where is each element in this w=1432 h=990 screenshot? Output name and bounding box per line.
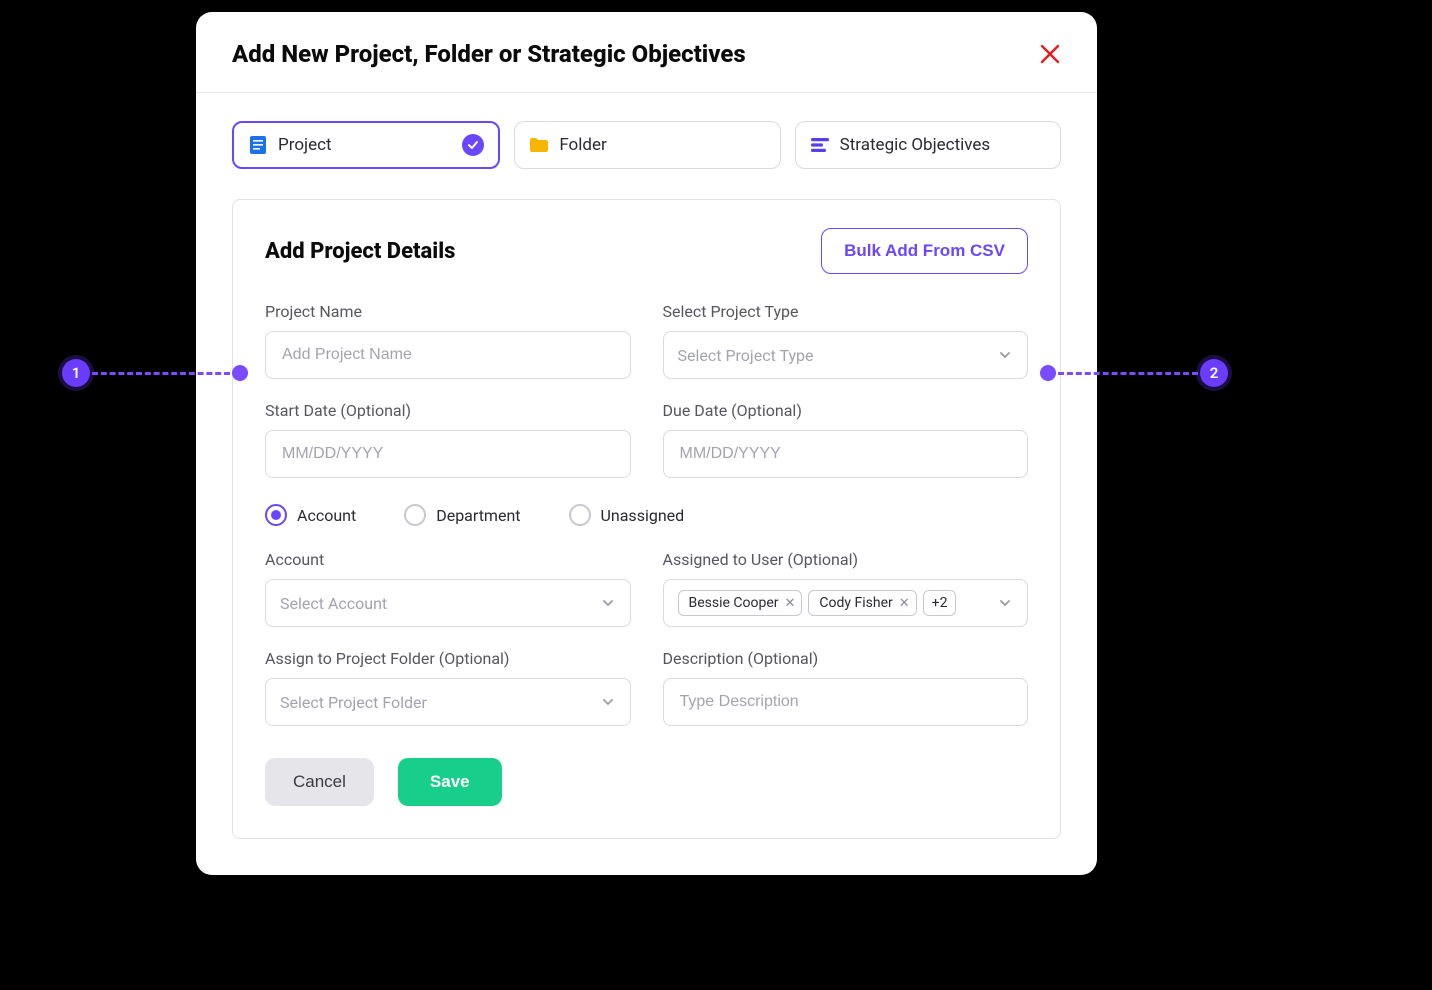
input-wrapper-due-date xyxy=(663,430,1029,478)
selected-check xyxy=(462,134,484,156)
radio-icon xyxy=(404,504,426,526)
radio-label: Unassigned xyxy=(601,506,685,525)
type-card-strategic[interactable]: Strategic Objectives xyxy=(795,121,1061,169)
folder-icon xyxy=(529,135,549,155)
radio-unassigned[interactable]: Unassigned xyxy=(569,504,685,526)
label-project-folder: Assign to Project Folder (Optional) xyxy=(265,649,631,668)
chevron-down-icon xyxy=(997,347,1013,363)
scope-radio-group: Account Department Unassigned xyxy=(265,504,1028,526)
chevron-down-icon xyxy=(600,595,616,611)
field-account: Account Select Account xyxy=(265,550,631,627)
details-title: Add Project Details xyxy=(265,239,455,264)
field-assigned-user: Assigned to User (Optional) Bessie Coope… xyxy=(663,550,1029,627)
bulk-add-csv-button[interactable]: Bulk Add From CSV xyxy=(821,228,1028,274)
document-icon xyxy=(248,135,268,155)
chip-remove-icon[interactable]: ✕ xyxy=(899,596,910,611)
project-type-select[interactable]: Select Project Type xyxy=(663,331,1029,379)
input-wrapper-project-name xyxy=(265,331,631,379)
cancel-button[interactable]: Cancel xyxy=(265,758,374,806)
label-description: Description (Optional) xyxy=(663,649,1029,668)
radio-department[interactable]: Department xyxy=(404,504,520,526)
close-button[interactable] xyxy=(1039,43,1061,65)
radio-account[interactable]: Account xyxy=(265,504,356,526)
chip-label: +2 xyxy=(932,595,948,611)
assigned-user-select[interactable]: Bessie Cooper ✕ Cody Fisher ✕ +2 xyxy=(663,579,1029,627)
label-account: Account xyxy=(265,550,631,569)
strategic-icon xyxy=(810,135,830,155)
user-chips: Bessie Cooper ✕ Cody Fisher ✕ +2 xyxy=(678,590,990,616)
start-date-input[interactable] xyxy=(280,431,616,477)
annotation-badge-2: 2 xyxy=(1200,359,1228,387)
annotation-dot-2 xyxy=(1040,365,1056,381)
close-icon xyxy=(1039,43,1061,65)
label-start-date: Start Date (Optional) xyxy=(265,401,631,420)
chip-remove-icon[interactable]: ✕ xyxy=(785,596,796,611)
label-assigned-user: Assigned to User (Optional) xyxy=(663,550,1029,569)
radio-label: Department xyxy=(436,506,520,525)
dialog-header: Add New Project, Folder or Strategic Obj… xyxy=(196,12,1097,93)
field-due-date: Due Date (Optional) xyxy=(663,401,1029,478)
chevron-down-icon xyxy=(600,694,616,710)
annotation-number: 1 xyxy=(72,364,81,382)
field-project-name: Project Name xyxy=(265,302,631,379)
type-label: Project xyxy=(278,135,332,155)
chip-label: Bessie Cooper xyxy=(689,595,779,611)
dialog-title: Add New Project, Folder or Strategic Obj… xyxy=(232,40,746,68)
annotation-line-1 xyxy=(92,372,230,375)
form-footer: Cancel Save xyxy=(265,758,1028,806)
due-date-input[interactable] xyxy=(678,431,1014,477)
type-card-project[interactable]: Project xyxy=(232,121,500,169)
annotation-line-2 xyxy=(1058,372,1198,375)
description-input[interactable] xyxy=(678,679,1014,725)
field-project-type: Select Project Type Select Project Type xyxy=(663,302,1029,379)
user-chip[interactable]: Cody Fisher ✕ xyxy=(808,590,916,616)
chevron-down-icon xyxy=(997,595,1013,611)
annotation-badge-1: 1 xyxy=(62,359,90,387)
field-project-folder: Assign to Project Folder (Optional) Sele… xyxy=(265,649,631,726)
chip-label: Cody Fisher xyxy=(819,595,892,611)
type-card-folder[interactable]: Folder xyxy=(514,121,780,169)
check-icon xyxy=(467,139,479,151)
details-header: Add Project Details Bulk Add From CSV xyxy=(265,228,1028,274)
select-placeholder: Select Project Folder xyxy=(280,693,427,712)
form-grid: Project Name Select Project Type Select … xyxy=(265,302,1028,806)
user-chip[interactable]: Bessie Cooper ✕ xyxy=(678,590,803,616)
label-due-date: Due Date (Optional) xyxy=(663,401,1029,420)
type-label: Strategic Objectives xyxy=(840,135,991,155)
project-name-input[interactable] xyxy=(280,332,616,378)
radio-label: Account xyxy=(297,506,356,525)
add-project-dialog: Add New Project, Folder or Strategic Obj… xyxy=(196,12,1097,875)
annotation-number: 2 xyxy=(1210,364,1219,382)
account-select[interactable]: Select Account xyxy=(265,579,631,627)
user-chip-more[interactable]: +2 xyxy=(923,590,957,616)
select-placeholder: Select Account xyxy=(280,594,387,613)
annotation-dot-1 xyxy=(232,365,248,381)
project-folder-select[interactable]: Select Project Folder xyxy=(265,678,631,726)
radio-icon xyxy=(265,504,287,526)
field-description: Description (Optional) xyxy=(663,649,1029,726)
project-details-panel: Add Project Details Bulk Add From CSV Pr… xyxy=(232,199,1061,839)
type-selector-row: Project Folder St xyxy=(196,93,1097,169)
label-project-name: Project Name xyxy=(265,302,631,321)
input-wrapper-start-date xyxy=(265,430,631,478)
type-label: Folder xyxy=(559,135,606,155)
field-start-date: Start Date (Optional) xyxy=(265,401,631,478)
input-wrapper-description xyxy=(663,678,1029,726)
save-button[interactable]: Save xyxy=(398,758,502,806)
radio-icon xyxy=(569,504,591,526)
label-project-type: Select Project Type xyxy=(663,302,1029,321)
select-placeholder: Select Project Type xyxy=(678,346,814,365)
